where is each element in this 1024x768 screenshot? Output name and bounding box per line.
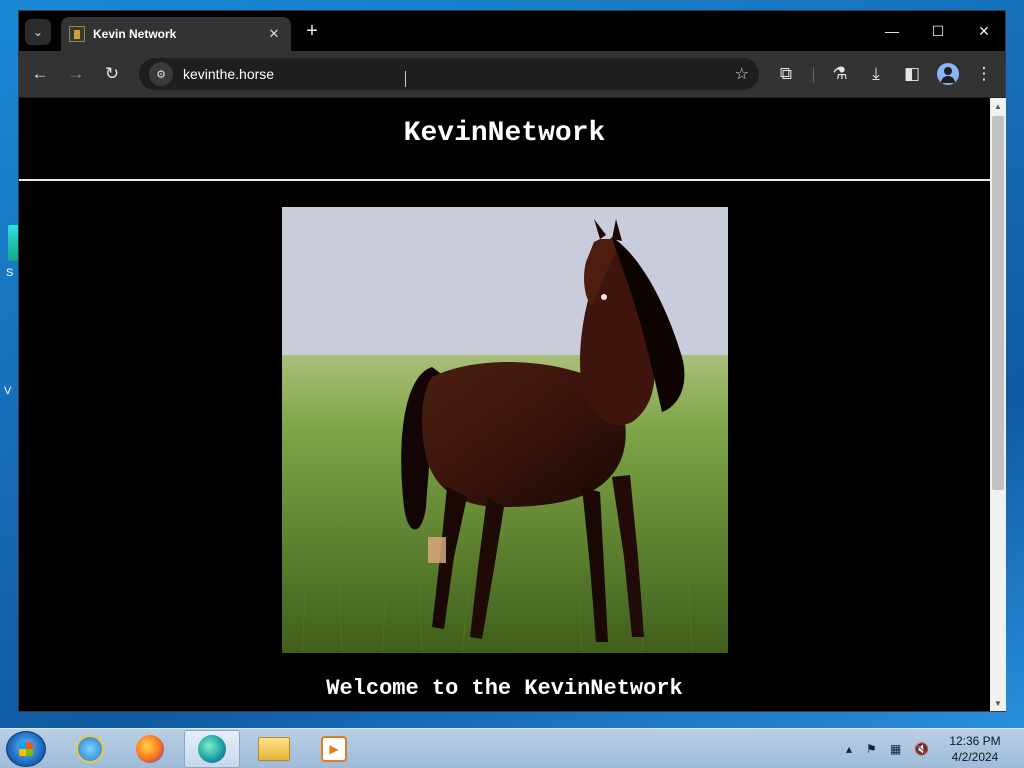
close-window-button[interactable]: ✕	[961, 11, 1007, 51]
show-hidden-icons[interactable]: ▴	[846, 729, 852, 768]
start-button[interactable]	[6, 731, 46, 767]
menu-icon[interactable]: ⋮	[971, 61, 997, 87]
internet-explorer-icon[interactable]	[62, 730, 118, 768]
clock-time: 12:36 PM	[949, 734, 1001, 748]
welcome-heading: Welcome to the KevinNetwork	[326, 676, 683, 701]
page-title: KevinNetwork	[403, 118, 606, 149]
file-explorer-icon[interactable]	[246, 730, 302, 768]
action-center-flag-icon[interactable]: ⚑	[866, 729, 877, 768]
scroll-thumb[interactable]	[992, 116, 1004, 490]
close-tab-icon[interactable]: ✕	[265, 26, 283, 42]
desktop-label-fragment: V	[4, 385, 12, 397]
profile-avatar-icon[interactable]	[937, 63, 959, 85]
minimize-button[interactable]: —	[869, 11, 915, 51]
tab-search-button[interactable]: ⌄	[25, 19, 51, 45]
forward-button[interactable]: →	[63, 61, 89, 87]
scroll-up-arrow-icon[interactable]: ▲	[990, 98, 1006, 114]
browser-window: ⌄ Kevin Network ✕ + — ☐ ✕ ← → ↻ ⚙ kevint…	[18, 10, 1006, 712]
volume-muted-icon[interactable]: 🔇	[914, 729, 929, 768]
new-tab-button[interactable]: +	[301, 20, 323, 42]
desktop-shortcut[interactable]: S	[0, 205, 20, 295]
tab-kevin-network[interactable]: Kevin Network ✕	[61, 17, 291, 51]
hero-horse-image	[282, 207, 728, 653]
horse-illustration	[282, 207, 728, 653]
side-panel-icon[interactable]: ◧	[899, 61, 925, 87]
taskbar: ▶ ▴ ⚑ ▦ 🔇 12:36 PM 4/2/2024	[0, 728, 1024, 768]
reload-button[interactable]: ↻	[99, 61, 125, 87]
media-player-icon[interactable]: ▶	[306, 730, 362, 768]
address-bar[interactable]: ⚙ kevinthe.horse ☆	[139, 58, 759, 90]
browser-icon[interactable]	[184, 730, 240, 768]
system-clock[interactable]: 12:36 PM 4/2/2024	[940, 733, 1010, 765]
url-text[interactable]: kevinthe.horse	[183, 66, 735, 82]
toolbar: ← → ↻ ⚙ kevinthe.horse ☆ ⧉ ⚗ ⤓ ◧ ⋮	[19, 51, 1005, 97]
header-divider	[19, 179, 990, 181]
site-info-icon[interactable]: ⚙	[149, 62, 173, 86]
download-icon[interactable]: ⤓	[863, 61, 889, 87]
back-button[interactable]: ←	[27, 61, 53, 87]
page-viewport: KevinNetwork Welcome to the KevinNetwork	[19, 98, 990, 711]
tab-title: Kevin Network	[93, 27, 177, 41]
toolbar-divider	[813, 67, 814, 83]
firefox-icon[interactable]	[122, 730, 178, 768]
text-cursor	[405, 71, 406, 87]
scroll-down-arrow-icon[interactable]: ▼	[990, 695, 1006, 711]
extensions-icon[interactable]: ⧉	[773, 61, 799, 87]
clock-date: 4/2/2024	[951, 750, 999, 764]
network-icon[interactable]: ▦	[890, 729, 901, 768]
vertical-scrollbar[interactable]: ▲ ▼	[990, 98, 1006, 711]
favicon-icon	[69, 26, 85, 42]
bookmark-star-icon[interactable]: ☆	[735, 64, 749, 84]
maximize-button[interactable]: ☐	[915, 11, 961, 51]
labs-flask-icon[interactable]: ⚗	[827, 61, 853, 87]
tab-strip: ⌄ Kevin Network ✕ + — ☐ ✕	[19, 11, 1005, 51]
shortcut-label: S	[6, 267, 14, 279]
